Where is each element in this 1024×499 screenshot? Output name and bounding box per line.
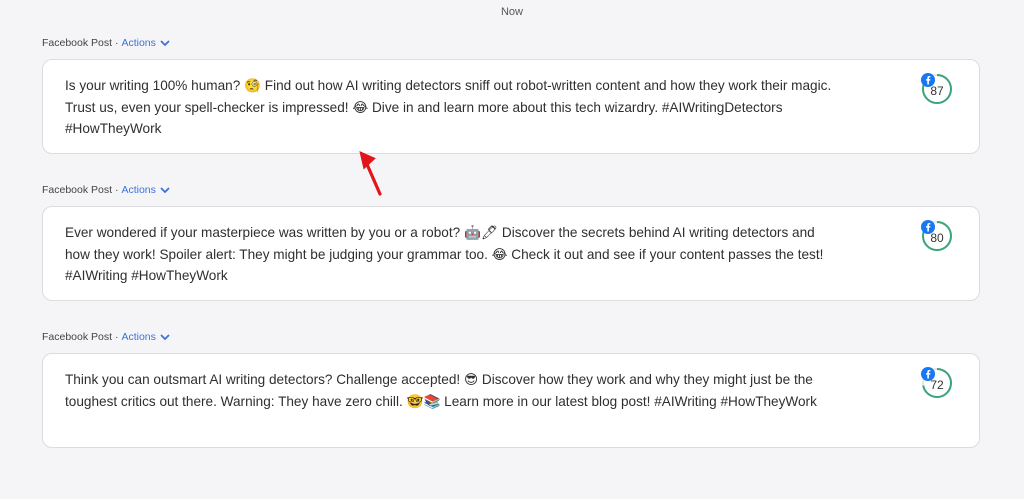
post-text: Is your writing 100% human? 🧐 Find out h…	[65, 78, 832, 136]
post-header: Facebook Post · Actions	[42, 331, 171, 343]
red-arrow-annotation	[359, 151, 382, 196]
actions-dropdown[interactable]: Actions	[121, 331, 155, 343]
actions-label: Actions	[121, 331, 156, 343]
timestamp: Now	[500, 6, 523, 18]
post-header: Facebook Post · Actions	[42, 37, 171, 49]
score-indicator: 87	[921, 73, 963, 113]
post-card[interactable]: Ever wondered if your masterpiece was wr…	[42, 206, 980, 301]
post-type-label: Facebook Post ·	[42, 184, 119, 196]
post-card[interactable]: Think you can outsmart AI writing detect…	[42, 353, 980, 448]
actions-label: Actions	[121, 37, 156, 49]
chevron-down-icon[interactable]	[159, 37, 171, 49]
actions-dropdown[interactable]: Actions	[121, 37, 155, 49]
score-indicator: 72	[921, 367, 963, 407]
post-type-label: Facebook Post ·	[42, 37, 119, 49]
facebook-icon	[921, 73, 935, 87]
facebook-icon	[921, 220, 935, 234]
post-type-label: Facebook Post ·	[42, 331, 119, 343]
actions-label: Actions	[121, 184, 156, 196]
facebook-icon	[921, 367, 935, 381]
post-header: Facebook Post · Actions	[42, 184, 171, 196]
post-card[interactable]: Is your writing 100% human? 🧐 Find out h…	[42, 59, 980, 154]
chevron-down-icon[interactable]	[159, 331, 171, 343]
chevron-down-icon[interactable]	[159, 184, 171, 196]
post-text: Think you can outsmart AI writing detect…	[65, 372, 817, 409]
actions-dropdown[interactable]: Actions	[121, 184, 155, 196]
post-text: Ever wondered if your masterpiece was wr…	[65, 225, 824, 283]
score-indicator: 80	[921, 220, 963, 260]
